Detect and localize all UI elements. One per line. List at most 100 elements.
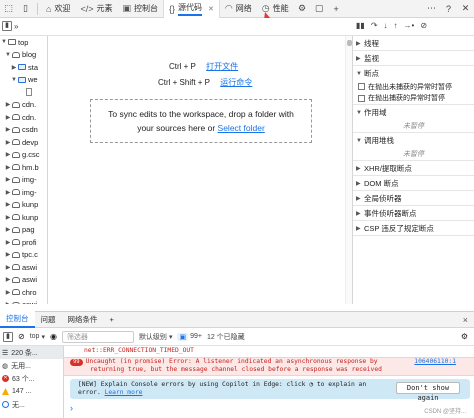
tree-item[interactable]: ▶ kunp <box>0 211 47 224</box>
chevron-right-icon[interactable]: ▶ <box>4 176 12 183</box>
device-toolbar-icon[interactable]: ▯ <box>17 0 34 17</box>
navigator-more-icon[interactable]: » <box>14 22 18 31</box>
chevron-right-icon[interactable]: ▶ <box>4 189 12 196</box>
tab-welcome[interactable]: ⌂ 欢迎 <box>41 0 75 18</box>
issues-counter[interactable]: ▣ 99+ <box>177 332 202 341</box>
gear-icon[interactable]: ⚙ <box>294 0 311 17</box>
chevron-down-icon[interactable]: ▼ <box>4 52 12 58</box>
select-folder-link[interactable]: Select folder <box>218 123 265 133</box>
section-csp[interactable]: ▶ CSP 违反了规定断点 <box>353 221 474 236</box>
context-select[interactable]: top ▾ <box>30 333 45 341</box>
chevron-right-icon[interactable]: ▶ <box>4 214 12 221</box>
console-filter-user[interactable]: ◍ 无用... <box>0 359 63 372</box>
tree-item[interactable]: ▼ top <box>0 36 47 49</box>
chevron-right-icon[interactable]: ▶ <box>4 251 12 258</box>
chevron-right-icon[interactable]: ▶ <box>4 101 12 108</box>
chevron-right-icon[interactable]: ▶ <box>4 201 12 208</box>
toggle-navigator-icon[interactable]: ▮ <box>2 21 12 31</box>
editor-scrollbar[interactable] <box>345 36 352 304</box>
console-filter-all[interactable]: ☰ 220 条... <box>0 346 63 359</box>
tab-console[interactable]: ▣ 控制台 <box>117 0 163 18</box>
chevron-right-icon[interactable]: ▶ <box>4 226 12 233</box>
clear-console-icon[interactable]: ⊘ <box>18 332 25 341</box>
close-icon[interactable]: ✕ <box>457 0 474 17</box>
tree-item[interactable]: ▼ blog <box>0 49 47 62</box>
section-threads[interactable]: ▶ 线程 <box>353 36 474 51</box>
tree-item[interactable]: ▶ chro <box>0 286 47 299</box>
section-dom[interactable]: ▶ DOM 断点 <box>353 176 474 191</box>
help-icon[interactable]: ? <box>440 0 457 17</box>
tree-item[interactable]: ▶ pag <box>0 224 47 237</box>
step-into-icon[interactable]: ↓ <box>384 21 388 30</box>
tree-item[interactable]: ▶ profi <box>0 236 47 249</box>
tree-item[interactable]: ▶ csdn <box>0 124 47 137</box>
open-file-link[interactable]: 打开文件 <box>206 62 238 71</box>
chevron-right-icon[interactable]: ▶ <box>4 301 12 304</box>
pause-caught-checkbox[interactable]: 在抛出捕获的异常时暂停 <box>353 92 474 105</box>
tree-item[interactable]: ▶ img- <box>0 186 47 199</box>
tab-sources[interactable]: {} 源代码 ✕ <box>162 0 220 18</box>
step-over-icon[interactable]: ↷ <box>371 21 378 30</box>
tab-network[interactable]: ◠ 网络 <box>220 0 257 18</box>
dont-show-again-button[interactable]: Don't show again <box>396 382 460 402</box>
tree-item[interactable]: ▶ hm.b <box>0 161 47 174</box>
chevron-right-icon[interactable]: ▶ <box>10 64 18 71</box>
sidebar-toggle-icon[interactable]: ▮ <box>3 331 13 342</box>
console-filter-warnings[interactable]: 147 ... <box>0 385 63 398</box>
tree-item[interactable]: ▶ cdn. <box>0 99 47 112</box>
chevron-right-icon[interactable]: ▶ <box>4 126 12 133</box>
chevron-right-icon[interactable]: ▶ <box>4 151 12 158</box>
more-icon[interactable]: ⋯ <box>423 0 440 17</box>
tree-item[interactable]: ▶ aswi <box>0 274 47 287</box>
deactivate-breakpoints-icon[interactable]: ⊘ <box>420 21 427 30</box>
step-out-icon[interactable]: ↑ <box>394 21 398 30</box>
section-breakpoints[interactable]: ▼ 断点 <box>353 66 474 81</box>
chevron-right-icon[interactable]: ▶ <box>4 139 12 146</box>
tree-item[interactable]: ▶ aswi <box>0 261 47 274</box>
panel-icon[interactable]: ▢ <box>311 0 328 17</box>
section-xhr[interactable]: ▶ XHR/提取断点 <box>353 161 474 176</box>
eye-icon[interactable]: ◉ <box>50 332 57 341</box>
learn-more-link[interactable]: Learn more <box>105 389 143 396</box>
step-icon[interactable]: →• <box>404 21 415 30</box>
pause-icon[interactable]: ▮▮ <box>356 21 365 30</box>
add-tab-icon[interactable]: + <box>328 0 345 17</box>
section-global[interactable]: ▶ 全局侦听器 <box>353 191 474 206</box>
chevron-right-icon[interactable]: ▶ <box>4 276 12 283</box>
chevron-right-icon[interactable]: ▶ <box>4 164 12 171</box>
tree-item[interactable]: ▼ we <box>0 74 47 87</box>
console-settings-icon[interactable]: ⚙ <box>461 332 468 341</box>
tree-item[interactable]: ▶ aswi <box>0 299 47 304</box>
tree-item[interactable]: ▶ kunp <box>0 199 47 212</box>
tree-item[interactable]: ▶ cdn. <box>0 111 47 124</box>
chevron-right-icon[interactable]: ▶ <box>4 239 12 246</box>
drawer-tab-console[interactable]: 控制台 <box>0 311 35 328</box>
section-watch[interactable]: ▶ 监视 <box>353 51 474 66</box>
filter-input[interactable]: 筛选器 <box>61 330 134 343</box>
tree-item[interactable]: ▶ sta <box>0 61 47 74</box>
drawer-add-tab-icon[interactable]: + <box>104 311 120 328</box>
run-command-link[interactable]: 运行命令 <box>220 78 252 87</box>
console-filter-info[interactable]: 无... <box>0 398 63 411</box>
close-tab-icon[interactable]: ✕ <box>208 5 214 13</box>
console-filter-errors[interactable]: ✕ 63 个... <box>0 372 63 385</box>
chevron-down-icon[interactable]: ▼ <box>0 39 8 45</box>
inspect-icon[interactable]: ⬚ <box>0 0 17 17</box>
tree-item[interactable]: ▶ tpc.c <box>0 249 47 262</box>
tree-item[interactable]: ▶ devp <box>0 136 47 149</box>
console-prompt[interactable]: › <box>70 403 73 413</box>
pause-uncaught-checkbox[interactable]: 在抛出未捕获的异常时暂停 <box>353 81 474 92</box>
tree-item[interactable]: ▶ g.csc <box>0 149 47 162</box>
chevron-down-icon[interactable]: ▼ <box>10 77 18 83</box>
drawer-close-icon[interactable]: × <box>463 315 468 325</box>
chevron-right-icon[interactable]: ▶ <box>4 264 12 271</box>
section-scope[interactable]: ▼ 作用域 <box>353 105 474 120</box>
drawer-tab-network-conditions[interactable]: 网络条件 <box>62 311 104 328</box>
tab-elements[interactable]: </> 元素 <box>75 0 117 18</box>
section-call-stack[interactable]: ▼ 调用堆栈 <box>353 133 474 148</box>
error-source-link[interactable]: 106406110:1 <box>414 358 456 366</box>
drawer-tab-issues[interactable]: 问题 <box>35 311 62 328</box>
chevron-right-icon[interactable]: ▶ <box>4 114 12 121</box>
console-error-message[interactable]: 99 Uncaught (in promise) Error: A listene… <box>64 357 474 376</box>
level-select[interactable]: 默认级别 ▾ <box>139 332 173 342</box>
